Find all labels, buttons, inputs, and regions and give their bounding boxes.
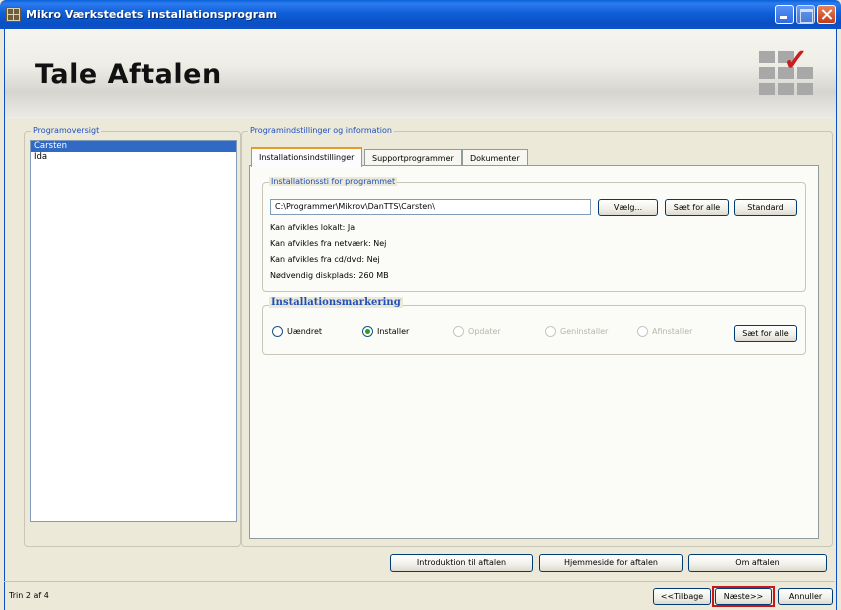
radio-button [637,326,648,337]
intro-button[interactable]: Introduktion til aftalen [390,554,533,572]
cancel-button[interactable]: Annuller [778,588,833,605]
back-button[interactable]: <<Tilbage [653,588,711,605]
logo-icon: ✓ [759,43,814,96]
radio-button[interactable] [362,326,373,337]
radio-button [545,326,556,337]
install-marking-group: Installationsmarkering [262,297,806,355]
radio-opdater: Opdater [453,326,501,340]
page-title: Tale Aftalen [35,59,222,90]
radio-geninstaller: Geninstaller [545,326,608,340]
radio-uaendret[interactable]: Uændret [272,326,322,340]
default-path-button[interactable]: Standard [734,199,797,216]
title-bar[interactable]: Mikro Værkstedets installationsprogram [0,0,841,29]
header-band: Tale Aftalen ✓ [5,29,836,119]
maximize-button[interactable] [796,5,815,24]
radio-button [453,326,464,337]
homepage-button[interactable]: Hjemmeside for aftalen [539,554,683,572]
info-cd-dvd: Kan afvikles fra cd/dvd: Nej [270,255,380,264]
install-path-input[interactable]: C:\Programmer\Mikrov\DanTTS\Carsten\ [270,199,591,215]
program-overview-legend: Programoversigt [31,126,102,135]
install-marking-legend: Installationsmarkering [269,297,403,308]
step-indicator: Trin 2 af 4 [9,591,49,600]
browse-button[interactable]: Vælg... [598,199,658,216]
tab-installationsindstillinger[interactable]: Installationsindstillinger [251,147,363,167]
app-icon [6,7,21,22]
program-settings-legend: Programindstillinger og information [248,126,394,135]
info-disk-space: Nødvendig diskplads: 260 MB [270,271,389,280]
info-local: Kan afvikles lokalt: Ja [270,223,356,232]
about-button[interactable]: Om aftalen [688,554,827,572]
radio-afinstaller: Afinstaller [637,326,692,340]
program-overview-group: Programoversigt Carsten Ida [24,126,241,547]
window-title: Mikro Værkstedets installationsprogram [26,8,278,21]
radio-installer[interactable]: Installer [362,326,409,340]
program-list[interactable]: Carsten Ida [30,140,237,522]
install-path-legend: Installationssti for programmet [269,177,398,186]
next-button-highlight [712,586,775,607]
list-item[interactable]: Carsten [31,141,236,152]
list-item[interactable]: Ida [31,152,236,163]
set-path-for-all-button[interactable]: Sæt for alle [665,199,729,216]
set-marking-for-all-button[interactable]: Sæt for alle [734,325,797,342]
close-button[interactable] [817,5,836,24]
minimize-button[interactable] [775,5,794,24]
info-network: Kan afvikles fra netværk: Nej [270,239,387,248]
radio-button[interactable] [272,326,283,337]
